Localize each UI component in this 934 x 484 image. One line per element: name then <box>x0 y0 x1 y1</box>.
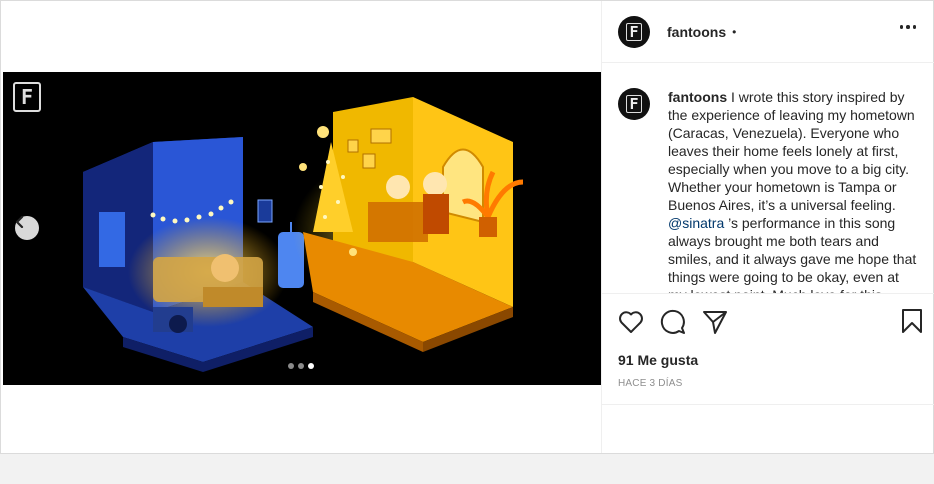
separator-dot: • <box>732 24 737 39</box>
more-icon[interactable] <box>899 25 916 29</box>
caption-text: fantoons I wrote this story inspired by … <box>668 88 919 293</box>
comments-section[interactable]: F fantoons I wrote this story inspired b… <box>602 64 934 293</box>
caption-avatar[interactable]: F <box>618 88 650 120</box>
avatar-logo: F <box>626 95 642 113</box>
watermark-logo: F <box>13 82 41 112</box>
chevron-left-icon <box>15 216 24 228</box>
illustration <box>83 97 524 372</box>
carousel-dot <box>288 363 294 369</box>
comment-icon[interactable] <box>660 309 686 335</box>
caption-body: I wrote this story inspired by the exper… <box>668 89 915 213</box>
carousel-dot-active <box>308 363 314 369</box>
post-sidebar: F fantoons • F fantoons I wrote this sto… <box>601 1 934 453</box>
username-link[interactable]: fantoons <box>667 24 726 40</box>
add-comment-area[interactable] <box>602 404 934 453</box>
post-image[interactable]: F <box>3 72 601 385</box>
mention-link[interactable]: @sinatra <box>668 215 724 231</box>
caption-row: F fantoons I wrote this story inspired b… <box>618 88 919 293</box>
carousel-indicator <box>288 363 314 369</box>
avatar[interactable]: F <box>618 15 650 48</box>
avatar-logo: F <box>626 22 642 41</box>
caption-username-link[interactable]: fantoons <box>668 89 727 105</box>
heart-icon[interactable] <box>618 310 644 334</box>
carousel-dot <box>298 363 304 369</box>
carousel-prev-button[interactable] <box>15 216 39 240</box>
bookmark-icon[interactable] <box>901 308 923 334</box>
action-bar: 91 Me gusta HACE 3 DÍAS <box>602 293 934 389</box>
post-header: F fantoons • <box>602 1 934 63</box>
likes-count[interactable]: 91 Me gusta <box>618 352 919 368</box>
post-container: F F fantoons • F fantoons I wrote this s… <box>0 0 934 454</box>
post-timestamp[interactable]: HACE 3 DÍAS <box>618 378 919 389</box>
share-icon[interactable] <box>702 309 728 335</box>
